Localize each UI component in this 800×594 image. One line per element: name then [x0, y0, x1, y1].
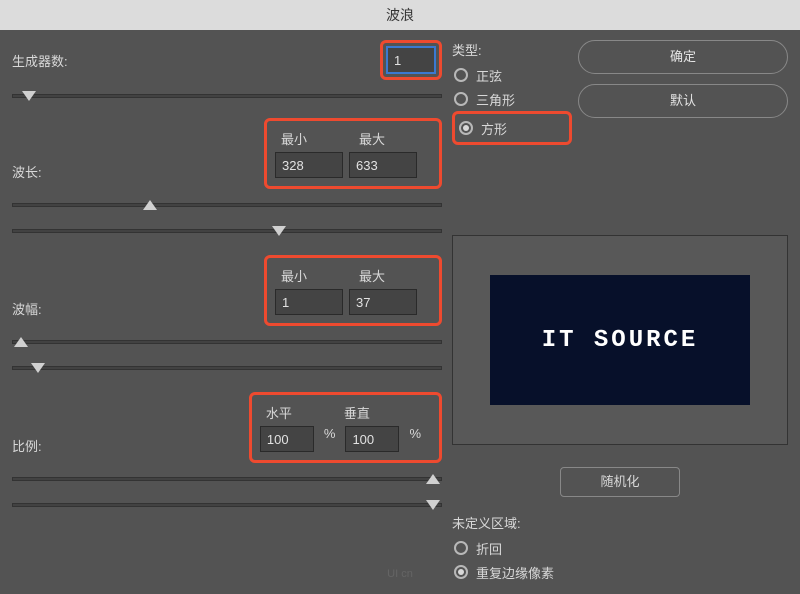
scale-h-label: 水平 — [260, 403, 332, 422]
wavelength-min-input[interactable] — [275, 152, 343, 178]
wavelength-highlight: 最小 最大 — [264, 118, 442, 189]
generators-slider[interactable] — [12, 86, 442, 106]
right-column: 确定 默认 类型: 正弦 三角形 方形 IT SOURCE — [442, 40, 788, 584]
scale-highlight: 水平 垂直 % % — [249, 392, 442, 463]
scale-vert-input[interactable] — [345, 426, 399, 452]
generators-row: 生成器数: — [12, 40, 442, 80]
preview-image: IT SOURCE — [490, 275, 750, 405]
type-square-highlight: 方形 — [452, 111, 572, 145]
dialog-body: 生成器数: 波长: 最小 最大 — [0, 30, 800, 594]
scale-vert-slider[interactable] — [12, 495, 442, 515]
amplitude-max-input[interactable] — [349, 289, 417, 315]
undefined-area-title: 未定义区域: — [452, 513, 788, 532]
undef-repeat-row[interactable]: 重复边缘像素 — [452, 560, 788, 584]
button-stack: 确定 默认 — [578, 40, 788, 128]
wavelength-label: 波长: — [12, 162, 72, 189]
watermark: UI cn — [387, 568, 413, 580]
scale-v-label: 垂直 — [338, 403, 410, 422]
amplitude-label: 波幅: — [12, 299, 72, 326]
type-triangle-label: 三角形 — [476, 90, 515, 109]
wavelength-max-label: 最大 — [353, 129, 425, 148]
defaults-button[interactable]: 默认 — [578, 84, 788, 118]
preview-text: IT SOURCE — [542, 327, 699, 354]
generators-input[interactable] — [387, 47, 435, 73]
generators-label: 生成器数: — [12, 51, 72, 70]
wavelength-max-slider[interactable] — [12, 221, 442, 241]
amplitude-min-input[interactable] — [275, 289, 343, 315]
wavelength-min-slider[interactable] — [12, 195, 442, 215]
scale-horiz-slider[interactable] — [12, 469, 442, 489]
preview-panel: IT SOURCE — [452, 235, 788, 445]
amplitude-row: 波幅: 最小 最大 — [12, 255, 442, 326]
type-square-label: 方形 — [481, 119, 507, 138]
undef-repeat-label: 重复边缘像素 — [476, 563, 554, 582]
amplitude-min-slider[interactable] — [12, 332, 442, 352]
radio-icon — [454, 541, 468, 555]
undefined-area-group: 未定义区域: 折回 重复边缘像素 — [452, 513, 788, 584]
generators-highlight — [380, 40, 442, 80]
undef-wrap-row[interactable]: 折回 — [452, 536, 788, 560]
wavelength-max-input[interactable] — [349, 152, 417, 178]
amplitude-highlight: 最小 最大 — [264, 255, 442, 326]
randomize-button[interactable]: 随机化 — [560, 467, 680, 497]
radio-icon — [454, 565, 468, 579]
undef-wrap-label: 折回 — [476, 539, 502, 558]
type-sine-row[interactable]: 正弦 — [452, 63, 572, 87]
scale-v-pct: % — [409, 426, 421, 452]
amplitude-max-slider[interactable] — [12, 358, 442, 378]
scale-row: 比例: 水平 垂直 % % — [12, 392, 442, 463]
type-title: 类型: — [452, 40, 572, 59]
left-column: 生成器数: 波长: 最小 最大 — [12, 40, 442, 584]
scale-h-pct: % — [324, 426, 336, 452]
type-sine-label: 正弦 — [476, 66, 502, 85]
titlebar: 波浪 — [0, 0, 800, 30]
scale-label: 比例: — [12, 436, 72, 463]
type-triangle-row[interactable]: 三角形 — [452, 87, 572, 111]
wavelength-min-label: 最小 — [275, 129, 347, 148]
ok-button[interactable]: 确定 — [578, 40, 788, 74]
radio-icon — [454, 92, 468, 106]
amplitude-max-label: 最大 — [353, 266, 425, 285]
radio-icon — [454, 68, 468, 82]
scale-horiz-input[interactable] — [260, 426, 314, 452]
amplitude-min-label: 最小 — [275, 266, 347, 285]
radio-icon — [459, 121, 473, 135]
type-square-row[interactable]: 方形 — [457, 116, 567, 140]
type-group: 类型: 正弦 三角形 方形 — [452, 40, 572, 145]
wavelength-row: 波长: 最小 最大 — [12, 118, 442, 189]
